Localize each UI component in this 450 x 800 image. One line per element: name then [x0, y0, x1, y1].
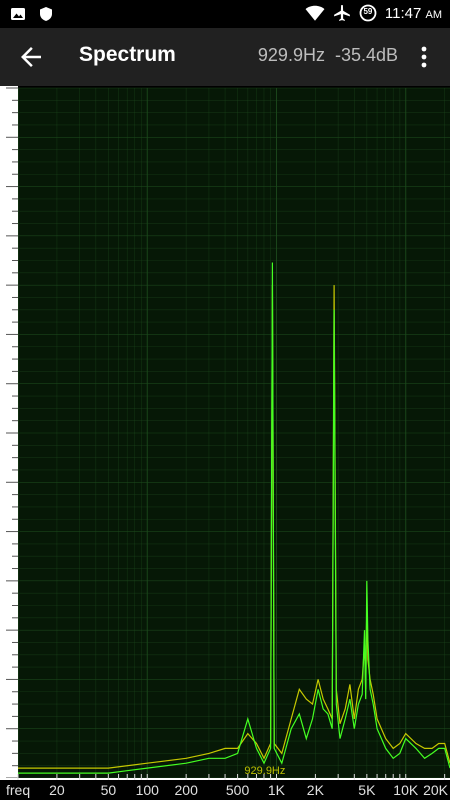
frequency-axis: freq 20 50 100 200 500 1K 2K 5K 10K 20K [0, 780, 450, 800]
clock-ampm: AM [425, 8, 443, 21]
airplane-icon [334, 5, 350, 21]
peak-readout: 929.9Hz -35.4dB [258, 45, 398, 66]
spectrum-plot[interactable]: 929.9Hz [0, 86, 450, 780]
status-bar: 59 11:47 AM [0, 0, 450, 28]
clock-time: 11:47 [384, 4, 422, 22]
axis-label-freq: freq [6, 782, 31, 798]
shield-icon [40, 7, 52, 21]
x-tick-label: 10K [393, 782, 419, 798]
x-tick-label: 20 [49, 782, 65, 798]
data-saver-icon: 59 [359, 4, 377, 22]
peak-marker-label: 929.9Hz [244, 765, 285, 777]
arrow-back-icon[interactable] [16, 42, 46, 72]
x-tick-label: 500 [225, 782, 250, 798]
x-tick-label: 1K [267, 782, 286, 798]
spectrum-chart[interactable]: 929.9Hz [0, 86, 450, 780]
page-title: Spectrum [79, 43, 176, 66]
peak-frequency: 929.9Hz [257, 45, 325, 65]
app-bar: Spectrum 929.9Hz -35.4dB [0, 28, 450, 86]
x-tick-label: 50 [100, 782, 117, 798]
x-tick-label: 200 [174, 782, 198, 798]
x-tick-label: 20K [423, 782, 449, 798]
x-tick-label: 100 [135, 782, 159, 798]
x-tick-label: 5K [358, 782, 376, 798]
wifi-icon [305, 5, 325, 21]
data-saver-badge: 59 [363, 7, 373, 16]
image-icon [11, 8, 25, 20]
clock: 11:47 AM [385, 5, 442, 22]
peak-level: -35.4dB [334, 45, 398, 65]
more-vert-icon[interactable] [412, 42, 436, 72]
x-tick-label: 2K [306, 782, 324, 798]
